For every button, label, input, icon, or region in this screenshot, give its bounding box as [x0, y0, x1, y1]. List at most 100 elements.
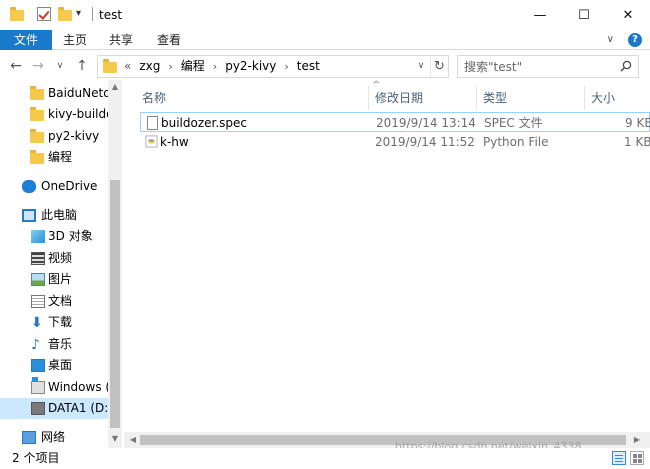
up-button[interactable]: ↑: [72, 55, 92, 77]
file-list: ^ 名称 修改日期 类型 大小 buildozer.spec 2019/9/14…: [124, 80, 650, 432]
file-row-k-hw[interactable]: k-hw 2019/9/14 11:52 Python File 1 KB: [140, 132, 650, 152]
tab-share[interactable]: 共享: [100, 30, 142, 50]
column-divider[interactable]: [584, 86, 585, 110]
folder-icon: [30, 107, 44, 121]
large-icons-view-icon[interactable]: [630, 451, 644, 465]
picture-icon: [31, 273, 45, 286]
breadcrumb-test[interactable]: test: [297, 56, 320, 77]
tab-file[interactable]: 文件: [0, 30, 52, 50]
back-button[interactable]: ←: [6, 55, 26, 77]
nav-item-label: 网络: [41, 430, 66, 444]
file-row-buildozer-spec[interactable]: buildozer.spec 2019/9/14 13:14 SPEC 文件 9…: [140, 112, 650, 132]
file-name: buildozer.spec: [161, 116, 248, 130]
minimize-button[interactable]: —: [518, 0, 562, 30]
search-box[interactable]: [457, 55, 639, 78]
column-divider[interactable]: [476, 86, 477, 110]
nav-item-desktop[interactable]: 桌面: [0, 355, 108, 376]
breadcrumb-separator[interactable]: ›: [160, 56, 180, 77]
breadcrumb-separator[interactable]: ›: [205, 56, 225, 77]
file-modified: 2019/9/14 13:14: [376, 116, 476, 130]
nav-item-label: kivy-buildozer: [48, 107, 108, 121]
nav-item-label: OneDrive: [41, 179, 98, 193]
scroll-right-icon[interactable]: ▶: [630, 432, 644, 448]
nav-item-onedrive[interactable]: OneDrive: [0, 176, 108, 197]
nav-scroll-down-icon[interactable]: ▼: [108, 432, 122, 446]
refresh-button[interactable]: ↻: [430, 56, 448, 77]
document-icon: [31, 295, 45, 308]
folder-icon: [30, 129, 44, 143]
maximize-button[interactable]: ☐: [562, 0, 606, 30]
details-view-icon[interactable]: [612, 451, 626, 465]
scroll-left-icon[interactable]: ◀: [126, 432, 140, 448]
forward-button[interactable]: →: [28, 55, 48, 77]
folder-icon: [10, 7, 24, 21]
nav-item-pictures[interactable]: 图片: [0, 269, 108, 290]
tab-view[interactable]: 查看: [148, 30, 190, 50]
file-type: SPEC 文件: [484, 116, 543, 130]
nav-item-this-pc[interactable]: 此电脑: [0, 205, 108, 226]
nav-item-label: 编程: [48, 150, 73, 164]
nav-item-biancheng[interactable]: 编程: [0, 147, 108, 168]
nav-item-documents[interactable]: 文档: [0, 291, 108, 312]
breadcrumb-py2-kivy[interactable]: py2-kivy: [225, 56, 276, 77]
customize-quick-access-button[interactable]: ▾: [76, 6, 81, 22]
column-divider[interactable]: [368, 86, 369, 110]
expand-ribbon-icon[interactable]: ∨: [607, 34, 614, 45]
nav-item-label: 视频: [48, 251, 73, 265]
file-size: 1 KB: [624, 135, 650, 149]
nav-item-3d-objects[interactable]: 3D 对象: [0, 226, 108, 247]
properties-quick-access-icon[interactable]: [37, 7, 51, 21]
breadcrumb-biancheng[interactable]: 编程: [181, 56, 205, 77]
nav-item-py2-kivy[interactable]: py2-kivy: [0, 126, 108, 147]
close-button[interactable]: ✕: [606, 0, 650, 30]
nav-item-videos[interactable]: 视频: [0, 248, 108, 269]
file-size: 9 KB: [625, 116, 650, 130]
search-input[interactable]: [464, 58, 614, 75]
nav-item-kivy-buildozer[interactable]: kivy-buildozer: [0, 104, 108, 125]
breadcrumb-zxg[interactable]: zxg: [139, 56, 160, 77]
3d-objects-icon: [31, 230, 45, 243]
nav-item-label: 3D 对象: [48, 229, 93, 243]
nav-item-baidunetdisk[interactable]: BaiduNetdisk: [0, 83, 108, 104]
new-folder-quick-access-icon[interactable]: [58, 7, 72, 21]
nav-item-label: DATA1 (D:): [48, 401, 108, 415]
search-icon[interactable]: [620, 60, 632, 72]
help-icon[interactable]: ?: [628, 33, 642, 47]
nav-item-label: 此电脑: [41, 208, 78, 222]
column-header-size[interactable]: 大小: [591, 86, 615, 110]
onedrive-icon: [22, 180, 36, 193]
nav-scrollbar-thumb[interactable]: [110, 180, 120, 428]
address-dropdown-icon[interactable]: ∨: [414, 56, 428, 77]
item-count: 2 个项目: [12, 451, 60, 465]
status-bar: 2 个项目: [0, 448, 650, 469]
folder-icon: [103, 59, 117, 73]
nav-item-label: 文档: [48, 294, 73, 308]
navigation-pane: BaiduNetdisk kivy-buildozer py2-kivy 编程 …: [0, 80, 122, 448]
folder-icon: [30, 150, 44, 164]
breadcrumb: « zxg › 编程 › py2-kivy › test: [124, 56, 320, 77]
nav-item-label: Windows (C:): [48, 380, 108, 394]
video-icon: [31, 252, 45, 265]
nav-item-downloads[interactable]: ⬇ 下载: [0, 312, 108, 333]
address-bar[interactable]: « zxg › 编程 › py2-kivy › test ∨ ↻: [97, 55, 449, 78]
nav-item-network[interactable]: 网络: [0, 427, 108, 448]
file-name: k-hw: [160, 135, 189, 149]
file-modified: 2019/9/14 11:52: [375, 135, 475, 149]
nav-item-label: 音乐: [48, 337, 73, 351]
recent-locations-button[interactable]: ∨: [50, 55, 70, 77]
column-header-modified[interactable]: 修改日期: [375, 86, 423, 110]
nav-scroll-up-icon[interactable]: ▲: [108, 80, 122, 94]
tab-home[interactable]: 主页: [54, 30, 96, 50]
spec-file-icon: [147, 116, 158, 130]
column-header-type[interactable]: 类型: [483, 86, 507, 110]
breadcrumb-separator[interactable]: ›: [276, 56, 296, 77]
nav-item-windows-c[interactable]: Windows (C:): [0, 377, 108, 398]
system-drive-icon: [31, 377, 45, 394]
nav-item-data1-d[interactable]: DATA1 (D:): [0, 398, 108, 419]
ribbon-tabs: 文件 主页 共享 查看 ∨ ?: [0, 30, 650, 50]
python-file-icon: [145, 135, 158, 148]
nav-item-label: py2-kivy: [48, 129, 100, 143]
nav-item-music[interactable]: ♪ 音乐: [0, 334, 108, 355]
breadcrumb-overflow[interactable]: «: [124, 56, 139, 77]
column-header-name[interactable]: 名称: [142, 86, 166, 110]
